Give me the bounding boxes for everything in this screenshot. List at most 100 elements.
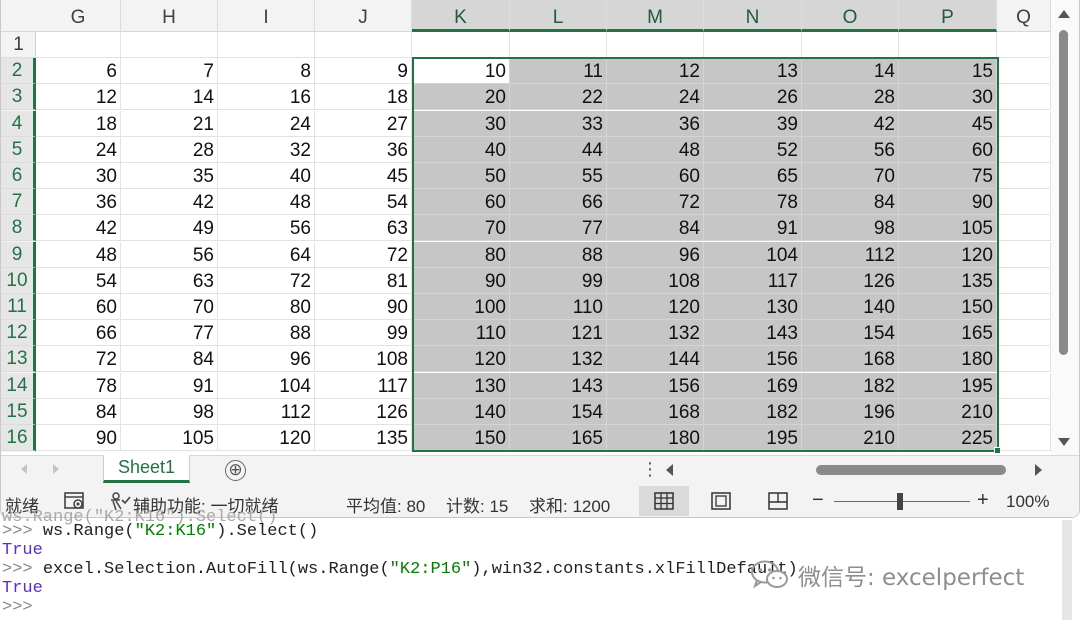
cell-N6[interactable]: 65: [704, 163, 802, 189]
cell-P1[interactable]: [899, 32, 997, 58]
cell-L5[interactable]: 44: [510, 136, 607, 163]
cell-Q6[interactable]: [997, 163, 1051, 189]
column-header-N[interactable]: N: [704, 0, 802, 32]
cell-M12[interactable]: 132: [607, 320, 704, 347]
cell-L1[interactable]: [510, 32, 607, 58]
cell-L14[interactable]: 143: [510, 372, 607, 399]
vertical-scrollbar[interactable]: [1051, 0, 1079, 455]
cell-K4[interactable]: 30: [412, 110, 510, 137]
column-header-L[interactable]: L: [510, 0, 607, 32]
cell-J15[interactable]: 126: [315, 398, 412, 425]
column-header-O[interactable]: O: [802, 0, 899, 32]
cell-I1[interactable]: [218, 32, 315, 58]
cell-O13[interactable]: 168: [802, 346, 899, 373]
cell-N10[interactable]: 117: [704, 267, 802, 294]
cell-M6[interactable]: 60: [607, 163, 704, 189]
cell-I7[interactable]: 48: [218, 189, 315, 216]
cell-H14[interactable]: 91: [121, 372, 218, 399]
cell-L11[interactable]: 110: [510, 294, 607, 320]
cell-N7[interactable]: 78: [704, 189, 802, 216]
cell-L15[interactable]: 154: [510, 398, 607, 425]
cell-N15[interactable]: 182: [704, 398, 802, 425]
cell-P2[interactable]: 15: [899, 58, 997, 85]
cell-M13[interactable]: 144: [607, 346, 704, 373]
row-header-6[interactable]: 6: [1, 163, 36, 189]
cell-K13[interactable]: 120: [412, 346, 510, 373]
cell-I14[interactable]: 104: [218, 372, 315, 399]
tab-next-icon[interactable]: [53, 464, 59, 474]
cell-K10[interactable]: 90: [412, 267, 510, 294]
page-layout-view-button[interactable]: [696, 486, 746, 516]
cell-H16[interactable]: 105: [121, 425, 218, 451]
cell-H2[interactable]: 7: [121, 58, 218, 85]
cell-J5[interactable]: 36: [315, 136, 412, 163]
cell-I10[interactable]: 72: [218, 267, 315, 294]
cell-K1[interactable]: [412, 32, 510, 58]
cell-J11[interactable]: 90: [315, 294, 412, 320]
cell-G6[interactable]: 30: [36, 163, 121, 189]
sheet-tab[interactable]: Sheet1: [103, 455, 190, 483]
row-header-10[interactable]: 10: [1, 267, 36, 294]
horizontal-scroll-thumb[interactable]: [816, 465, 1006, 475]
zoom-slider-thumb[interactable]: [897, 493, 903, 510]
cell-K5[interactable]: 40: [412, 136, 510, 163]
cell-L4[interactable]: 33: [510, 110, 607, 137]
row-header-1[interactable]: 1: [1, 32, 36, 58]
cell-N11[interactable]: 130: [704, 294, 802, 320]
cell-L10[interactable]: 99: [510, 267, 607, 294]
cell-I2[interactable]: 8: [218, 58, 315, 85]
cell-K3[interactable]: 20: [412, 84, 510, 111]
cell-P3[interactable]: 30: [899, 84, 997, 111]
cell-G3[interactable]: 12: [36, 84, 121, 111]
row-header-2[interactable]: 2: [1, 58, 36, 85]
cell-O7[interactable]: 84: [802, 189, 899, 216]
cell-O6[interactable]: 70: [802, 163, 899, 189]
cell-K8[interactable]: 70: [412, 215, 510, 242]
cell-M5[interactable]: 48: [607, 136, 704, 163]
cell-G1[interactable]: [36, 32, 121, 58]
cell-P4[interactable]: 45: [899, 110, 997, 137]
cell-M2[interactable]: 12: [607, 58, 704, 85]
column-header-G[interactable]: G: [36, 0, 121, 32]
cell-O11[interactable]: 140: [802, 294, 899, 320]
cell-P9[interactable]: 120: [899, 241, 997, 268]
cell-L6[interactable]: 55: [510, 163, 607, 189]
row-header-12[interactable]: 12: [1, 320, 36, 347]
cell-P12[interactable]: 165: [899, 320, 997, 347]
cell-O14[interactable]: 182: [802, 372, 899, 399]
cell-I3[interactable]: 16: [218, 84, 315, 111]
cell-N16[interactable]: 195: [704, 425, 802, 451]
cell-N3[interactable]: 26: [704, 84, 802, 111]
cell-H12[interactable]: 77: [121, 320, 218, 347]
cell-Q12[interactable]: [997, 320, 1051, 347]
cell-G8[interactable]: 42: [36, 215, 121, 242]
cell-L2[interactable]: 11: [510, 58, 607, 85]
scroll-up-icon[interactable]: [1058, 10, 1070, 18]
cell-G9[interactable]: 48: [36, 241, 121, 268]
tab-prev-icon[interactable]: [21, 464, 27, 474]
cell-H8[interactable]: 49: [121, 215, 218, 242]
row-header-5[interactable]: 5: [1, 136, 36, 163]
cell-O2[interactable]: 14: [802, 58, 899, 85]
cell-O12[interactable]: 154: [802, 320, 899, 347]
row-header-3[interactable]: 3: [1, 84, 36, 111]
column-header-I[interactable]: I: [218, 0, 315, 32]
column-header-M[interactable]: M: [607, 0, 704, 32]
row-header-9[interactable]: 9: [1, 241, 36, 268]
more-options-icon[interactable]: ⋮: [641, 458, 659, 480]
row-header-13[interactable]: 13: [1, 346, 36, 373]
cell-H1[interactable]: [121, 32, 218, 58]
cell-G2[interactable]: 6: [36, 58, 121, 85]
cell-H10[interactable]: 63: [121, 267, 218, 294]
cell-P5[interactable]: 60: [899, 136, 997, 163]
cell-H15[interactable]: 98: [121, 398, 218, 425]
column-header-J[interactable]: J: [315, 0, 412, 32]
cell-M16[interactable]: 180: [607, 425, 704, 451]
cell-K12[interactable]: 110: [412, 320, 510, 347]
cell-N4[interactable]: 39: [704, 110, 802, 137]
cell-G13[interactable]: 72: [36, 346, 121, 373]
cell-O16[interactable]: 210: [802, 425, 899, 451]
cell-N14[interactable]: 169: [704, 372, 802, 399]
cell-J8[interactable]: 63: [315, 215, 412, 242]
row-header-7[interactable]: 7: [1, 189, 36, 216]
